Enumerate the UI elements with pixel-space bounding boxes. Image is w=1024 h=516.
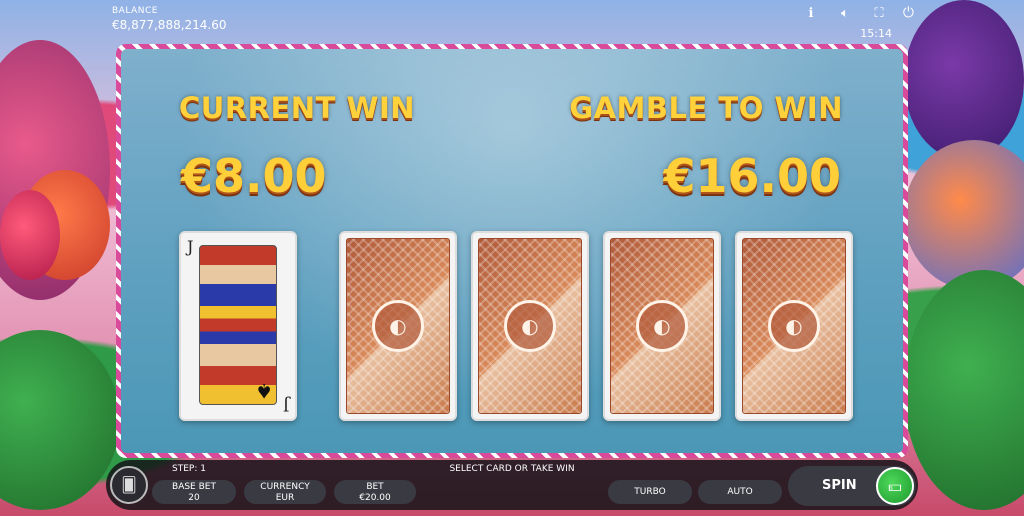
candy-decoration (904, 0, 1024, 160)
auto-button[interactable]: AUTO (698, 480, 782, 504)
candy-decoration (904, 140, 1024, 290)
dealer-card: J ♠ ♠ J (179, 231, 297, 421)
currency-display: CURRENCY EUR (244, 480, 326, 504)
turbo-button[interactable]: TURBO (608, 480, 692, 504)
face-down-card-2[interactable]: ◐ (471, 231, 589, 421)
money-icon: 💵︎ (888, 477, 902, 495)
bet-display: BET €20.00 (334, 480, 416, 504)
card-rank: J (282, 396, 289, 415)
current-win-heading: CURRENT WIN (179, 91, 415, 125)
card-rank: J (187, 237, 194, 256)
currency-value: EUR (275, 493, 295, 503)
face-down-card-3[interactable]: ◐ (603, 231, 721, 421)
cards-icon: 🂠 (121, 476, 137, 494)
balance-label: BALANCE (112, 6, 158, 16)
spin-label: SPIN (822, 478, 857, 493)
bet-value: €20.00 (359, 493, 391, 503)
info-icon[interactable]: ℹ (804, 6, 818, 21)
sound-icon[interactable]: 🔈︎ (838, 6, 852, 21)
base-bet-value: 20 (188, 493, 200, 503)
hill-decoration (904, 270, 1024, 510)
card-back-emblem-icon: ◐ (636, 300, 688, 352)
gamble-to-win-amount: €16.00 (663, 149, 841, 203)
face-down-card-4[interactable]: ◐ (735, 231, 853, 421)
currency-label: CURRENCY (260, 482, 310, 492)
base-bet-display: BASE BET 20 (152, 480, 236, 504)
hill-decoration (0, 330, 120, 510)
current-win-amount: €8.00 (181, 149, 327, 203)
fullscreen-icon[interactable]: ⛶ (872, 6, 886, 21)
candy-decoration (0, 190, 60, 280)
base-bet-label: BASE BET (172, 482, 216, 492)
card-back-emblem-icon: ◐ (504, 300, 556, 352)
balance-value: €8,877,888,214.60 (112, 18, 227, 32)
power-icon[interactable]: ⏻ (903, 5, 914, 21)
top-icon-bar: ℹ 🔈︎ ⛶ (804, 6, 886, 21)
bet-label: BET (366, 482, 384, 492)
card-back-emblem-icon: ◐ (768, 300, 820, 352)
gamble-to-win-heading: GAMBLE TO WIN (569, 91, 843, 125)
clock: 15:14 (860, 27, 892, 40)
gamble-panel: CURRENT WIN GAMBLE TO WIN €8.00 €16.00 J… (116, 44, 908, 458)
collect-win-button[interactable]: 💵︎ (876, 467, 914, 505)
card-back-emblem-icon: ◐ (372, 300, 424, 352)
spade-icon: ♠ (255, 379, 273, 403)
face-down-card-1[interactable]: ◐ (339, 231, 457, 421)
